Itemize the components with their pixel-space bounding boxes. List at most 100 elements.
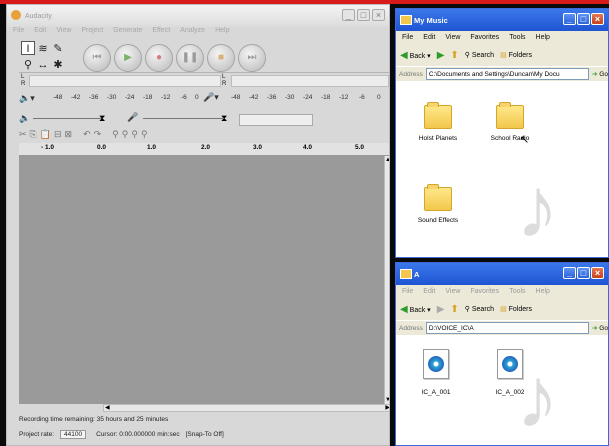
up-folder-icon[interactable]: ⬆ [450,304,458,315]
fit-selection-icon[interactable]: ⚲ [131,129,138,140]
scroll-up-icon[interactable]: ▲ [385,157,389,163]
paste-icon[interactable]: 📋 [40,129,51,140]
address-input[interactable]: C:\Documents and Settings\Duncan\My Docu [425,68,589,80]
record-meter[interactable] [231,75,389,87]
go-button[interactable]: ➔ Go [592,70,608,78]
fit-project-icon[interactable]: ⚲ [141,129,148,140]
folders-button[interactable]: ▤ Folders [500,51,532,59]
undo-icon[interactable]: ↶ [83,129,91,140]
search-button[interactable]: ⚲ Search [465,51,494,59]
minimize-button[interactable]: _ [342,9,355,21]
project-rate-select[interactable]: 44100 [60,429,87,439]
menu-favorites[interactable]: Favorites [470,288,499,295]
multi-tool-icon[interactable]: ✱ [51,58,65,72]
ruler-label: 1.0 [147,144,157,151]
menu-analyze[interactable]: Analyze [180,27,205,39]
search-label: Search [471,52,495,59]
output-slider-thumb-icon[interactable]: ⧗ [99,113,105,124]
a-folder-title-bar[interactable]: A _ □ × [396,263,608,285]
timeline-ruler[interactable]: - 1.0 0.0 1.0 2.0 3.0 4.0 5.0 [19,143,389,156]
skip-end-icon[interactable]: ⏭ [238,44,266,72]
trim-icon[interactable]: ⊟ [54,129,62,140]
scroll-left-icon[interactable]: ◀ [105,404,110,411]
cut-icon[interactable]: ✂ [19,129,27,140]
menu-view[interactable]: View [445,288,460,295]
menu-view[interactable]: View [445,34,460,41]
edit-toolbar: ✂ ⎘ 📋 ⊟ ⊠ ↶ ↷ ⚲ ⚲ ⚲ ⚲ [19,127,389,141]
menu-tools[interactable]: Tools [509,288,525,295]
scroll-down-icon[interactable]: ▼ [385,397,389,403]
draw-tool-icon[interactable]: ✎ [51,42,65,56]
menu-edit[interactable]: Edit [423,34,435,41]
selection-tool-icon[interactable]: I [21,41,35,55]
close-button[interactable]: × [372,9,385,21]
zoom-out-icon[interactable]: ⚲ [122,129,129,140]
scale-tick: -30 [107,94,117,101]
search-button[interactable]: ⚲ Search [465,305,494,313]
maximize-button[interactable]: □ [577,13,590,25]
input-source-select[interactable] [239,114,313,126]
menu-edit[interactable]: Edit [423,288,435,295]
record-icon[interactable]: ● [145,44,173,72]
stop-icon[interactable]: ■ [207,44,235,72]
zoom-in-icon[interactable]: ⚲ [112,129,119,140]
playback-meter[interactable] [29,75,221,87]
snap-status: [Snap-To Off] [185,430,224,438]
menu-file[interactable]: File [402,34,413,41]
scale-tick: -48 [53,94,63,101]
menu-effect[interactable]: Effect [152,27,170,39]
up-folder-icon[interactable]: ⬆ [450,50,458,61]
back-button[interactable]: ◀ Back ▾ [400,50,431,61]
forward-arrow-icon[interactable]: ▶ [437,304,445,315]
envelope-tool-icon[interactable]: ≋ [36,42,50,56]
folder-item[interactable]: School Radio [480,102,540,142]
menu-tools[interactable]: Tools [509,34,525,41]
zoom-tool-icon[interactable]: ⚲ [21,58,35,72]
forward-arrow-icon[interactable]: ▶ [437,50,445,61]
silence-icon[interactable]: ⊠ [65,129,73,140]
input-volume-slider[interactable] [143,118,223,119]
menu-generate[interactable]: Generate [113,27,142,39]
redo-icon[interactable]: ↷ [94,129,102,140]
horizontal-scrollbar[interactable]: ◀ ▶ [103,404,389,412]
minimize-button[interactable]: _ [563,267,576,279]
scroll-right-icon[interactable]: ▶ [385,404,389,411]
media-file-item[interactable]: IC_A_001 [406,349,466,396]
audacity-title-bar[interactable]: Audacity _ □ × [7,5,389,27]
menu-edit[interactable]: Edit [34,27,46,39]
minimize-button[interactable]: _ [563,13,576,25]
audacity-menu-bar: File Edit View Project Generate Effect A… [7,27,389,39]
timeshift-tool-icon[interactable]: ↔ [36,58,50,72]
close-button[interactable]: × [591,267,604,279]
menu-favorites[interactable]: Favorites [470,34,499,41]
back-button[interactable]: ◀ Back ▾ [400,304,431,315]
menu-view[interactable]: View [56,27,71,39]
play-icon[interactable]: ▶ [114,44,142,72]
folders-button[interactable]: ▤ Folders [500,305,532,313]
copy-icon[interactable]: ⎘ [30,129,37,140]
menu-help[interactable]: Help [536,34,550,41]
input-slider-thumb-icon[interactable]: ⧗ [221,113,227,124]
pause-icon[interactable]: ❚❚ [176,44,204,72]
vertical-scrollbar[interactable]: ▲ ▼ [384,156,389,404]
folder-item[interactable]: Holst Planets [408,102,468,142]
menu-file[interactable]: File [13,27,24,39]
folders-label: Folders [508,52,532,59]
close-button[interactable]: × [591,13,604,25]
media-file-item[interactable]: IC_A_002 [480,349,540,396]
maximize-button[interactable]: □ [357,9,370,21]
menu-help[interactable]: Help [215,27,229,39]
address-value: C:\Documents and Settings\Duncan\My Docu [428,70,560,78]
folder-item[interactable]: Sound Effects [408,184,468,224]
output-volume-slider[interactable] [33,118,103,119]
my-music-title-bar[interactable]: My Music _ □ × [396,9,608,31]
menu-help[interactable]: Help [536,288,550,295]
menu-file[interactable]: File [402,288,413,295]
menu-project[interactable]: Project [81,27,103,39]
maximize-button[interactable]: □ [577,267,590,279]
meter-toolbar: LR LR [19,72,389,91]
track-panel[interactable] [19,156,384,404]
skip-start-icon[interactable]: ⏮ [83,44,111,72]
go-button[interactable]: ➔ Go [592,324,608,332]
address-input[interactable]: D:\VOICE_IC\A [425,322,589,334]
